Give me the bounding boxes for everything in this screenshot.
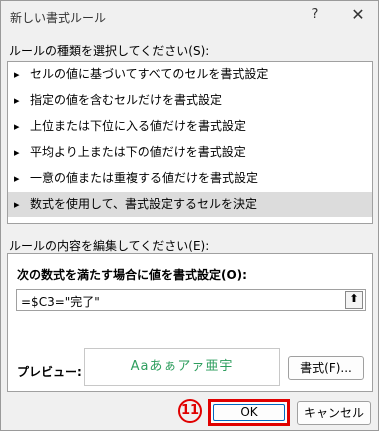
arrow-icon: ▸ (14, 94, 20, 107)
rule-type-label: ルールの種類を選択してください(S): (9, 44, 210, 58)
ok-button-label: OK (240, 405, 258, 419)
rule-type-item[interactable]: ▸ 指定の値を含むセルだけを書式設定 (8, 88, 372, 114)
arrow-icon: ▸ (14, 120, 20, 133)
dialog-title: 新しい書式ルール (10, 11, 107, 25)
rule-type-item-label: 一意の値または重複する値だけを書式設定 (30, 171, 259, 185)
rule-type-item-label: 上位または下位に入る値だけを書式設定 (30, 119, 247, 133)
rule-type-item[interactable]: ▸ セルの値に基づいてすべてのセルを書式設定 (8, 62, 372, 88)
rule-edit-label: ルールの内容を編集してください(E): (9, 239, 210, 253)
preview-label: プレビュー: (17, 365, 82, 379)
formula-input[interactable]: =$C3="完了" ⬆ (16, 289, 366, 311)
rule-type-item[interactable]: ▸ 平均より上または下の値だけを書式設定 (8, 140, 372, 166)
format-button[interactable]: 書式(F)... (288, 356, 364, 380)
rule-type-item-selected[interactable]: ▸ 数式を使用して、書式設定するセルを決定 (8, 192, 372, 218)
arrow-icon: ▸ (14, 146, 20, 159)
rule-type-item-label: 指定の値を含むセルだけを書式設定 (30, 93, 223, 107)
rule-type-item-label: 数式を使用して、書式設定するセルを決定 (30, 197, 258, 211)
arrow-icon: ▸ (14, 68, 20, 81)
help-icon[interactable]: ? (301, 3, 329, 29)
rule-type-list[interactable]: ▸ セルの値に基づいてすべてのセルを書式設定 ▸ 指定の値を含むセルだけを書式設定 … (7, 61, 373, 224)
ok-button[interactable]: OK (208, 399, 290, 426)
arrow-icon: ▸ (14, 172, 20, 185)
formula-value: =$C3="完了" (21, 295, 100, 309)
rule-type-item-label: セルの値に基づいてすべてのセルを書式設定 (30, 67, 269, 81)
cancel-button[interactable]: キャンセル (297, 401, 371, 425)
arrow-icon: ▸ (14, 198, 20, 211)
close-icon[interactable]: ✕ (344, 3, 372, 29)
collapse-dialog-icon[interactable]: ⬆ (345, 291, 363, 309)
rule-type-item-label: 平均より上または下の値だけを書式設定 (30, 145, 246, 159)
rule-type-item[interactable]: ▸ 上位または下位に入る値だけを書式設定 (8, 114, 372, 140)
new-format-rule-dialog: 新しい書式ルール ? ✕ ルールの種類を選択してください(S): ▸ セルの値に基… (0, 0, 379, 431)
formula-label: 次の数式を満たす場合に値を書式設定(O): (17, 268, 247, 282)
title-bar: 新しい書式ルール ? ✕ (1, 1, 378, 31)
step-number-badge: 11 (178, 399, 202, 423)
rule-type-item[interactable]: ▸ 一意の値または重複する値だけを書式設定 (8, 166, 372, 192)
preview-box: Aaあぁアァ亜宇 (84, 348, 280, 386)
rule-edit-panel: 次の数式を満たす場合に値を書式設定(O): =$C3="完了" ⬆ プレビュー:… (7, 253, 373, 392)
